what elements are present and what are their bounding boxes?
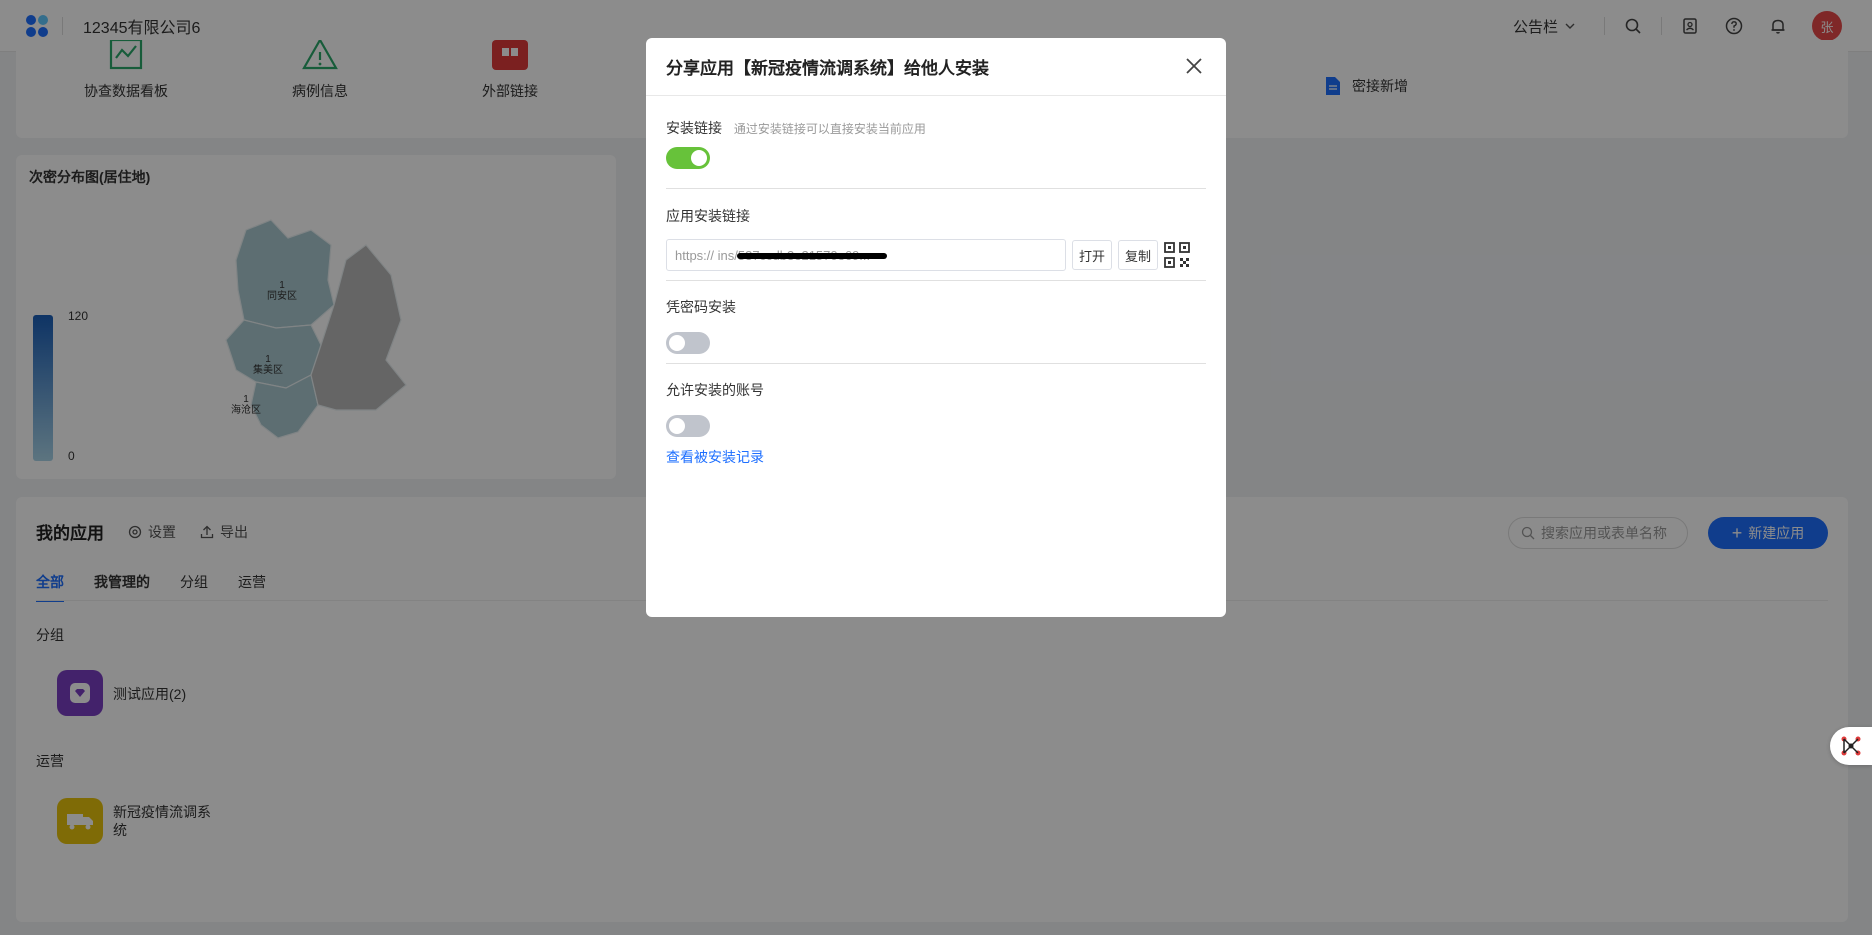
share-app-modal: 分享应用【新冠疫情流调系统】给他人安装 安装链接 通过安装链接可以直接安装当前应… (646, 38, 1226, 617)
app-link-field[interactable]: https:// ins/537ccdb3e21570e69... (666, 239, 1066, 271)
copy-link-button[interactable]: 复制 (1118, 240, 1159, 270)
section-divider (666, 188, 1206, 189)
network-icon (1841, 736, 1861, 756)
app-link-section: 应用安装链接 (666, 206, 1206, 226)
app-link-row: https:// ins/537ccdb3e21570e69... 打开 复制 (666, 239, 1190, 271)
allowed-accounts-section: 允许安装的账号 (666, 380, 1206, 400)
password-section: 凭密码安装 (666, 297, 1206, 317)
view-install-records-link[interactable]: 查看被安装记录 (666, 447, 764, 467)
install-link-label: 安装链接 (666, 120, 722, 136)
open-link-button[interactable]: 打开 (1072, 240, 1113, 270)
allowed-accounts-toggle[interactable] (666, 415, 710, 437)
modal-header: 分享应用【新冠疫情流调系统】给他人安装 (646, 38, 1226, 96)
install-link-section: 安装链接 通过安装链接可以直接安装当前应用 (666, 118, 1206, 138)
password-install-toggle[interactable] (666, 332, 710, 354)
modal-title: 分享应用【新冠疫情流调系统】给他人安装 (666, 59, 989, 78)
close-icon[interactable] (1184, 56, 1204, 76)
install-link-toggle[interactable] (666, 147, 710, 169)
toggle-knob (669, 335, 685, 351)
redaction-mark (737, 253, 887, 259)
floating-assistant-button[interactable] (1830, 727, 1872, 765)
qr-code-icon[interactable] (1164, 242, 1190, 268)
toggle-knob (691, 150, 707, 166)
toggle-knob (669, 418, 685, 434)
section-divider (666, 280, 1206, 281)
password-install-label: 凭密码安装 (666, 299, 736, 315)
section-divider (666, 363, 1206, 364)
allowed-accounts-label: 允许安装的账号 (666, 382, 764, 398)
install-link-hint: 通过安装链接可以直接安装当前应用 (733, 122, 926, 136)
app-link-label: 应用安装链接 (666, 208, 750, 224)
